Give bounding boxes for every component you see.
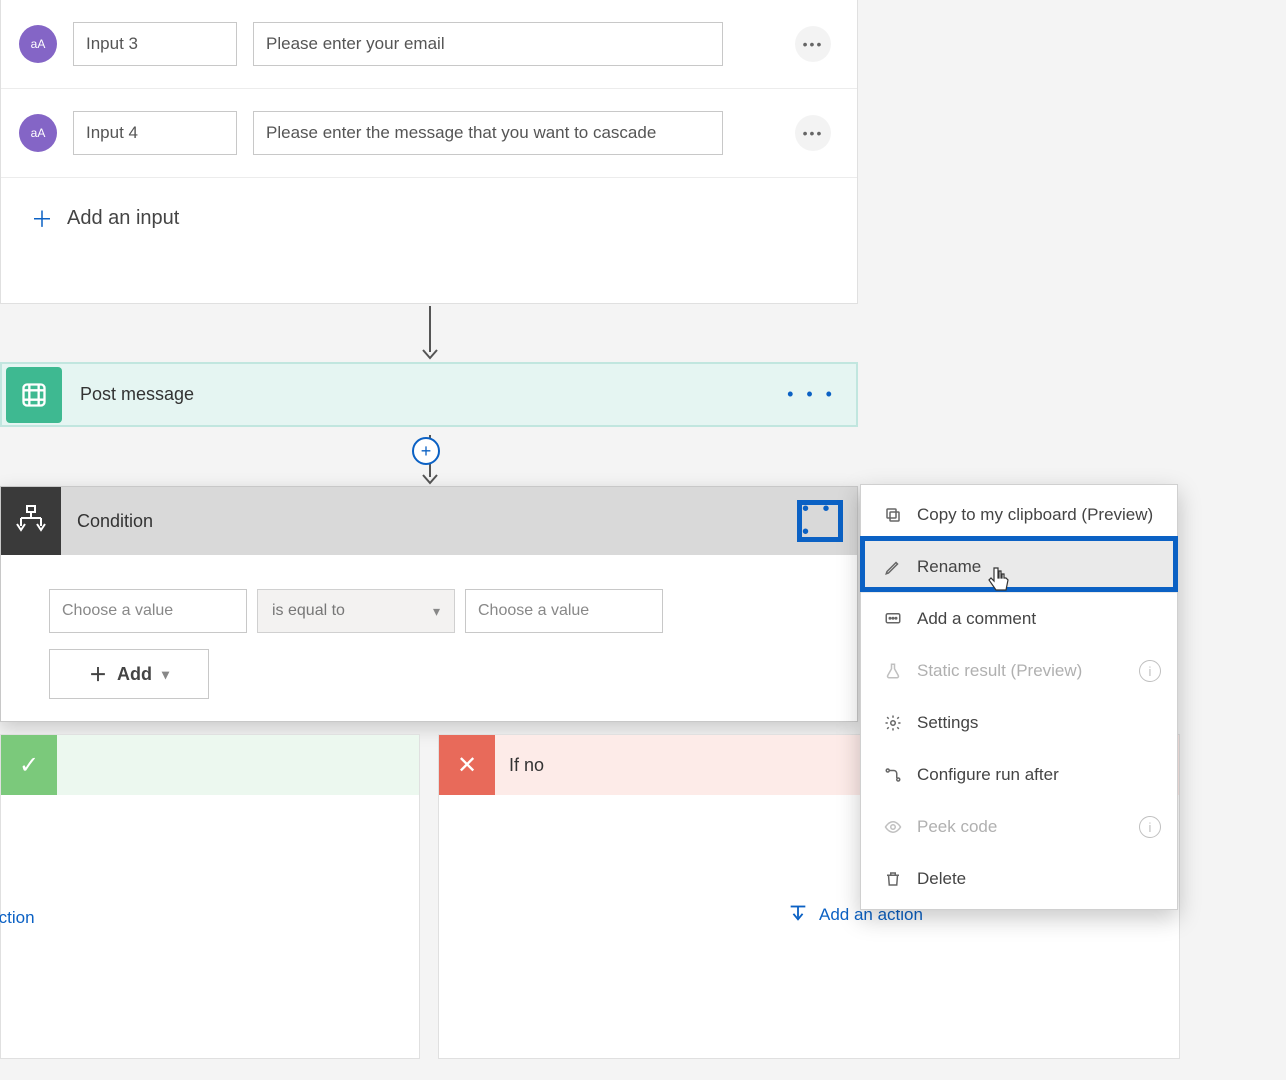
ctx-comment-label: Add a comment <box>917 609 1036 629</box>
ctx-add-comment[interactable]: Add a comment <box>861 593 1177 645</box>
flask-icon <box>883 662 903 680</box>
condition-context-menu: Copy to my clipboard (Preview) Rename Ad… <box>860 484 1178 910</box>
ctx-peek-label: Peek code <box>917 817 997 837</box>
if-yes-add-action[interactable]: n action <box>0 908 35 928</box>
info-icon: i <box>1139 816 1161 838</box>
condition-title: Condition <box>77 511 153 532</box>
chevron-down-icon: ▾ <box>433 603 440 620</box>
plus-icon: ＋ <box>31 202 53 234</box>
input-3-name-field[interactable]: Input 3 <box>73 22 237 66</box>
condition-add-button[interactable]: ＋ Add ▾ <box>49 649 209 699</box>
close-icon: ✕ <box>439 735 495 795</box>
trigger-card: аA Input 3 Please enter your email ••• а… <box>0 0 858 304</box>
if-yes-card: ✓ If yes n action <box>0 734 420 1059</box>
add-input-label: Add an input <box>67 207 179 230</box>
insert-step-button[interactable]: + <box>412 437 440 465</box>
connector-arrow <box>420 306 440 367</box>
ctx-runafter-label: Configure run after <box>917 765 1059 785</box>
pencil-icon <box>883 558 903 576</box>
condition-expression-row: Choose a value is equal to ▾ Choose a va… <box>49 589 809 633</box>
ctx-peek-code: Peek code i <box>861 801 1177 853</box>
ctx-settings-label: Settings <box>917 713 978 733</box>
eye-icon <box>883 818 903 836</box>
post-message-more-button[interactable]: • • • <box>787 384 836 405</box>
chevron-down-icon: ▾ <box>162 666 169 683</box>
add-action-label: n action <box>0 908 35 928</box>
ctx-delete-label: Delete <box>917 869 966 889</box>
ctx-rename[interactable]: Rename <box>861 541 1177 593</box>
copy-icon <box>883 506 903 524</box>
ctx-static-result: Static result (Preview) i <box>861 645 1177 697</box>
ctx-delete[interactable]: Delete <box>861 853 1177 905</box>
condition-card: Condition • • • Choose a value is equal … <box>0 486 858 722</box>
check-icon: ✓ <box>1 735 57 795</box>
input-3-prompt-field[interactable]: Please enter your email <box>253 22 723 66</box>
trigger-input-row-3: аA Input 3 Please enter your email ••• <box>1 0 857 89</box>
if-no-title: If no <box>509 755 544 776</box>
ctx-copy-label: Copy to my clipboard (Preview) <box>917 505 1153 525</box>
info-icon: i <box>1139 660 1161 682</box>
add-action-icon <box>787 901 809 928</box>
gear-icon <box>883 714 903 732</box>
plus-icon: ＋ <box>89 661 107 687</box>
condition-icon <box>1 487 61 555</box>
ctx-static-label: Static result (Preview) <box>917 661 1082 681</box>
post-message-title: Post message <box>80 384 194 405</box>
condition-left-value[interactable]: Choose a value <box>49 589 247 633</box>
trigger-input-row-4: аA Input 4 Please enter the message that… <box>1 89 857 178</box>
add-input-button[interactable]: ＋ Add an input <box>1 178 857 258</box>
condition-more-button[interactable]: • • • <box>797 500 843 542</box>
run-after-icon <box>883 766 903 784</box>
if-yes-header[interactable]: ✓ If yes <box>1 735 419 795</box>
comment-icon <box>883 610 903 628</box>
condition-operator-label: is equal to <box>272 602 345 620</box>
ctx-rename-label: Rename <box>917 557 981 577</box>
input-4-more-button[interactable]: ••• <box>795 115 831 151</box>
condition-right-value[interactable]: Choose a value <box>465 589 663 633</box>
condition-body: Choose a value is equal to ▾ Choose a va… <box>1 555 857 721</box>
condition-operator-select[interactable]: is equal to ▾ <box>257 589 455 633</box>
text-type-icon: аA <box>19 114 57 152</box>
ctx-copy-clipboard[interactable]: Copy to my clipboard (Preview) <box>861 489 1177 541</box>
input-4-name-field[interactable]: Input 4 <box>73 111 237 155</box>
trash-icon <box>883 870 903 888</box>
ctx-settings[interactable]: Settings <box>861 697 1177 749</box>
input-3-more-button[interactable]: ••• <box>795 26 831 62</box>
slack-icon <box>6 367 62 423</box>
input-4-prompt-field[interactable]: Please enter the message that you want t… <box>253 111 723 155</box>
condition-add-label: Add <box>117 664 152 685</box>
text-type-icon: аA <box>19 25 57 63</box>
condition-header[interactable]: Condition • • • <box>1 487 857 555</box>
ctx-run-after[interactable]: Configure run after <box>861 749 1177 801</box>
post-message-card[interactable]: Post message • • • <box>0 362 858 427</box>
